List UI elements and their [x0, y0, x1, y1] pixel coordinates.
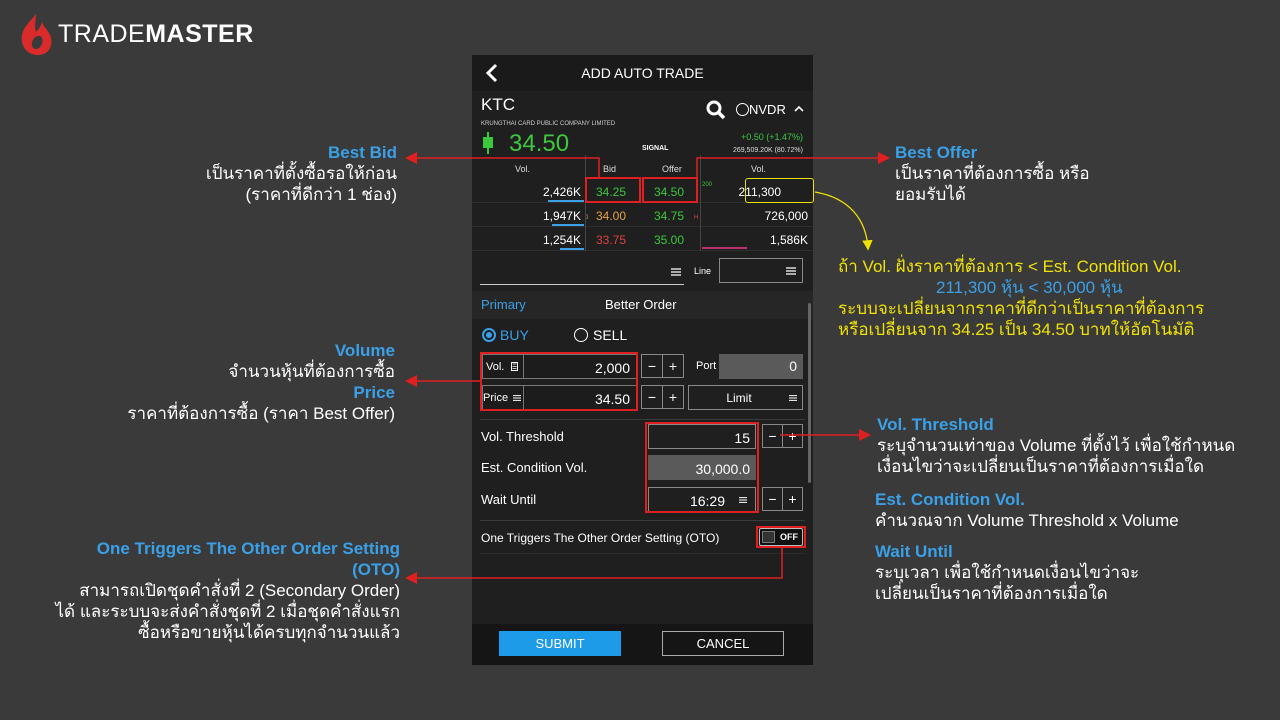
tab-better-order[interactable]: Better Order	[605, 297, 677, 312]
vol-threshold-stepper[interactable]: − +	[762, 424, 803, 448]
bid-volume: 1,254K	[542, 233, 581, 247]
brand-name: TRADEMASTER	[58, 19, 254, 48]
book-row: 1,254K 33.75 35.00 1,586K	[472, 227, 813, 251]
wait-until-stepper[interactable]: − +	[762, 487, 803, 511]
offer-volume: 726,000	[764, 209, 808, 223]
nvdr-label: NVDR	[749, 102, 786, 117]
sell-label: SELL	[593, 327, 628, 343]
search-icon[interactable]	[706, 100, 726, 120]
line-select[interactable]	[719, 258, 803, 283]
menu-icon	[786, 267, 796, 275]
offer-volume-highlight	[745, 178, 814, 203]
order-tabs: Primary Better Order	[472, 291, 813, 319]
line-label: Line	[694, 266, 712, 276]
oto-label: One Triggers The Other Order Setting (OT…	[481, 531, 720, 545]
volume-price-annotation: Volume จำนวนหุ้นที่ต้องการซื้อ Price ราค…	[127, 341, 395, 423]
volume-stepper[interactable]: − +	[641, 354, 684, 378]
buy-label: BUY	[500, 327, 529, 343]
brand-logo: TRADEMASTER	[18, 12, 254, 56]
port-value: 0	[789, 358, 797, 374]
plus-button[interactable]: +	[663, 355, 683, 377]
book-header-bid: Bid	[603, 164, 617, 174]
book-header-offer: Offer	[662, 164, 682, 174]
volume-summary: 269,509.20K (80.72%)	[732, 147, 803, 154]
offer-price[interactable]: 35.00	[654, 233, 684, 247]
vol-threshold-label: Vol. Threshold	[481, 429, 564, 444]
book-mark: H	[694, 215, 699, 221]
price-change: +0.50 (+1.47%)	[740, 132, 803, 142]
bid-volume: 2,426K	[542, 185, 581, 199]
screen-title: ADD AUTO TRADE	[581, 65, 704, 81]
company-name: KRUNGTHAI CARD PUBLIC COMPANY LIMITED	[481, 121, 616, 127]
plus-button[interactable]: +	[783, 488, 802, 510]
best-bid-annotation: Best Bid เป็นราคาที่ตั้งซื้อรอให้ก่อน (ร…	[205, 143, 397, 204]
candle-icon	[483, 132, 493, 154]
submit-button[interactable]: SUBMIT	[499, 631, 621, 656]
book-row: 1,947K 0 34.00 34.75 H 726,000	[472, 203, 813, 227]
price-stepper[interactable]: − +	[641, 385, 684, 409]
best-offer-highlight	[642, 177, 698, 203]
minus-button[interactable]: −	[763, 425, 783, 447]
wait-until-annotation: Wait Until ระบุเวลา เพื่อใช้กำหนดเงื่อนไ…	[875, 542, 1140, 603]
oto-annotation: One Triggers The Other Order Setting (OT…	[55, 539, 401, 642]
price-type-select[interactable]: Limit	[688, 385, 803, 410]
offer-volume: 1,586K	[769, 233, 808, 247]
nvdr-radio[interactable]	[736, 103, 749, 116]
offer-price[interactable]: 34.75	[654, 209, 684, 223]
bid-price[interactable]: 33.75	[596, 233, 626, 247]
scrollbar[interactable]	[808, 303, 811, 483]
book-header-vol-left: Vol.	[515, 164, 531, 174]
bid-volume: 1,947K	[542, 209, 581, 223]
condition-annotation: ถ้า Vol. ฝั่งราคาที่ต้องการ < Est. Condi…	[838, 257, 1205, 339]
minus-button[interactable]: −	[642, 355, 663, 377]
plus-button[interactable]: +	[663, 386, 683, 408]
buy-radio[interactable]	[482, 328, 496, 342]
chevron-up-icon[interactable]	[794, 105, 804, 113]
wait-until-label: Wait Until	[481, 492, 537, 507]
menu-icon	[789, 395, 797, 401]
signal-label[interactable]: SIGNAL	[642, 145, 668, 152]
screen-header: ADD AUTO TRADE	[472, 55, 813, 91]
volume-price-highlight	[480, 352, 638, 411]
tab-primary[interactable]: Primary	[481, 297, 526, 312]
best-offer-annotation: Best Offer เป็นราคาที่ต้องการซื้อ หรือ ย…	[895, 143, 1090, 204]
symbol-filter[interactable]	[480, 284, 684, 285]
flame-logo-icon	[21, 14, 52, 55]
params-highlight	[645, 422, 759, 513]
price-type-label: Limit	[726, 391, 752, 405]
sell-radio[interactable]	[574, 328, 588, 342]
best-bid-highlight	[585, 177, 641, 203]
menu-icon[interactable]	[671, 268, 681, 276]
stock-symbol: KTC	[481, 95, 515, 114]
vol-threshold-annotation: Vol. Threshold ระบุจำนวนเท่าของ Volume ท…	[877, 415, 1236, 476]
screen-footer: SUBMIT CANCEL	[472, 624, 813, 665]
book-mark: 200	[702, 182, 713, 188]
cancel-button[interactable]: CANCEL	[662, 631, 784, 656]
est-condition-label: Est. Condition Vol.	[481, 460, 588, 475]
last-price: 34.50	[509, 130, 570, 157]
minus-button[interactable]: −	[642, 386, 663, 408]
port-label: Port	[696, 360, 717, 372]
est-condition-annotation: Est. Condition Vol. คำนวณจาก Volume Thre…	[875, 490, 1179, 530]
oto-highlight	[756, 526, 806, 548]
minus-button[interactable]: −	[763, 488, 783, 510]
port-field: 0	[719, 354, 803, 379]
book-header-vol-right: Vol.	[751, 164, 767, 174]
bid-price[interactable]: 34.00	[596, 209, 626, 223]
plus-button[interactable]: +	[783, 425, 802, 447]
